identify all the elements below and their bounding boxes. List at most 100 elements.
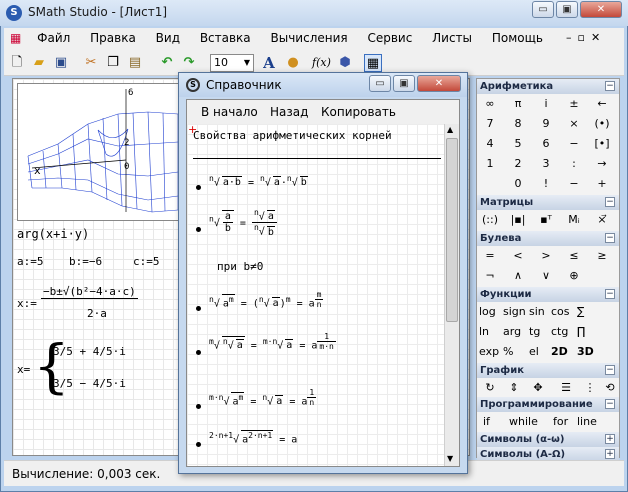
zoom-icon[interactable]: ⇕ bbox=[503, 379, 525, 397]
function-cell[interactable]: arg bbox=[503, 323, 521, 341]
panel-boolean-header[interactable]: Булева − bbox=[477, 231, 619, 246]
panel-programming-header[interactable]: Программирование − bbox=[477, 397, 619, 412]
menu-insert[interactable]: Вставка bbox=[192, 28, 259, 45]
matrix-cross-icon[interactable]: ×⃗ bbox=[591, 211, 613, 229]
scroll-up-icon[interactable]: ▲ bbox=[447, 125, 453, 134]
arithmetic-cell[interactable]: i bbox=[535, 95, 557, 113]
reference-titlebar[interactable]: S Справочник ▭ ▣ ✕ bbox=[179, 73, 467, 97]
function-cell[interactable]: exp bbox=[479, 343, 499, 361]
boolean-cell[interactable]: ≥ bbox=[591, 247, 613, 265]
scroll-thumb[interactable] bbox=[446, 138, 458, 322]
panel-arithmetic-header[interactable]: Арифметика − bbox=[477, 79, 619, 94]
app-menu-icon[interactable]: ▦ bbox=[4, 28, 25, 45]
ref-maximize-button[interactable]: ▣ bbox=[393, 75, 415, 92]
arithmetic-cell[interactable]: 8 bbox=[507, 115, 529, 133]
function-cell[interactable]: el bbox=[529, 343, 539, 361]
arithmetic-cell[interactable]: ± bbox=[563, 95, 585, 113]
maximize-button[interactable]: ▣ bbox=[556, 1, 578, 18]
function-cell[interactable]: cos bbox=[551, 303, 570, 321]
arithmetic-cell[interactable]: 6 bbox=[535, 135, 557, 153]
function-cell[interactable]: 3D bbox=[577, 343, 594, 361]
panel-functions-header[interactable]: Функции − bbox=[477, 287, 619, 302]
menu-calc[interactable]: Вычисления bbox=[263, 28, 356, 45]
arg-expression[interactable]: arg(x+i·y) bbox=[17, 227, 89, 241]
arithmetic-cell[interactable]: − bbox=[563, 135, 585, 153]
boolean-cell[interactable]: ¬ bbox=[479, 267, 501, 285]
arithmetic-cell[interactable]: + bbox=[591, 175, 613, 193]
plot-3d[interactable]: 6 2 0 x bbox=[17, 83, 182, 221]
arithmetic-cell[interactable]: → bbox=[591, 155, 613, 173]
arithmetic-cell[interactable]: ! bbox=[535, 175, 557, 193]
menu-service[interactable]: Сервис bbox=[359, 28, 420, 45]
arithmetic-cell[interactable]: − bbox=[563, 175, 585, 193]
cut-icon[interactable]: ✂ bbox=[82, 54, 100, 72]
function-cell[interactable]: sin bbox=[529, 303, 545, 321]
arithmetic-cell[interactable]: 3 bbox=[535, 155, 557, 173]
close-button[interactable]: ✕ bbox=[580, 1, 622, 18]
mdi-controls[interactable]: –▫✕ bbox=[566, 31, 606, 44]
menu-view[interactable]: Вид bbox=[148, 28, 188, 45]
boolean-cell[interactable]: > bbox=[535, 247, 557, 265]
zoom-select[interactable]: 10 ▼ bbox=[210, 54, 254, 72]
arithmetic-cell[interactable]: 5 bbox=[507, 135, 529, 153]
boolean-cell[interactable]: < bbox=[507, 247, 529, 265]
function-cell[interactable]: ln bbox=[479, 323, 489, 341]
points-icon[interactable]: ⋮ bbox=[579, 379, 601, 397]
move-icon[interactable]: ✥ bbox=[527, 379, 549, 397]
var-a[interactable]: a:=5 bbox=[17, 255, 44, 268]
matrix-det-icon[interactable]: |▪| bbox=[507, 211, 529, 229]
menu-file[interactable]: Файл bbox=[29, 28, 78, 45]
menu-sheets[interactable]: Листы bbox=[424, 28, 480, 45]
arithmetic-cell[interactable]: ← bbox=[591, 95, 613, 113]
prog-for[interactable]: for bbox=[553, 413, 568, 431]
function-cell[interactable]: sign bbox=[503, 303, 526, 321]
function-icon[interactable]: f(x) bbox=[312, 54, 331, 72]
calculator-icon[interactable]: ▦ bbox=[364, 54, 382, 72]
panel-matrices-header[interactable]: Матрицы − bbox=[477, 195, 619, 210]
arithmetic-cell[interactable]: 1 bbox=[479, 155, 501, 173]
function-cell[interactable]: % bbox=[503, 343, 513, 361]
prog-if[interactable]: if bbox=[483, 413, 490, 431]
function-cell[interactable]: ∏ bbox=[577, 323, 585, 341]
boolean-cell[interactable]: ∧ bbox=[507, 267, 529, 285]
refresh-icon[interactable]: ⟲ bbox=[599, 379, 621, 397]
undo-icon[interactable]: ↶ bbox=[158, 54, 176, 72]
palette-icon[interactable]: ● bbox=[284, 54, 302, 72]
paste-icon[interactable]: ▤ bbox=[126, 54, 144, 72]
function-cell[interactable]: ctg bbox=[551, 323, 568, 341]
lines-icon[interactable]: ☰ bbox=[555, 379, 577, 397]
function-cell[interactable]: 2D bbox=[551, 343, 568, 361]
new-file-icon[interactable]: 🗋 bbox=[8, 54, 26, 72]
redo-icon[interactable]: ↷ bbox=[180, 54, 198, 72]
reference-scrollbar[interactable]: ▲ ▼ bbox=[444, 124, 459, 466]
arithmetic-cell[interactable]: : bbox=[563, 155, 585, 173]
result-vector[interactable]: x= { 3/5 + 4/5·i 3/5 − 4/5·i bbox=[17, 335, 127, 405]
boolean-cell[interactable]: = bbox=[479, 247, 501, 265]
panel-symbols-greek-header[interactable]: Символы (α-ω) + bbox=[477, 432, 619, 447]
copy-icon[interactable]: ❐ bbox=[104, 54, 122, 72]
function-cell[interactable]: tg bbox=[529, 323, 540, 341]
prog-line[interactable]: line bbox=[577, 413, 597, 431]
arithmetic-cell[interactable]: 4 bbox=[479, 135, 501, 153]
arithmetic-cell[interactable]: 0 bbox=[507, 175, 529, 193]
arithmetic-cell[interactable]: 7 bbox=[479, 115, 501, 133]
boolean-cell[interactable]: ∨ bbox=[535, 267, 557, 285]
arithmetic-cell[interactable]: 9 bbox=[535, 115, 557, 133]
arithmetic-cell[interactable]: 2 bbox=[507, 155, 529, 173]
nav-copy-link[interactable]: Копировать bbox=[321, 105, 396, 119]
function-cell[interactable]: log bbox=[479, 303, 496, 321]
nav-back-link[interactable]: Назад bbox=[270, 105, 308, 119]
arithmetic-cell[interactable] bbox=[479, 175, 501, 193]
ref-close-button[interactable]: ✕ bbox=[417, 75, 461, 92]
minimize-button[interactable]: ▭ bbox=[532, 1, 554, 18]
var-c[interactable]: c:=5 bbox=[133, 255, 160, 268]
text-format-icon[interactable]: A bbox=[260, 54, 278, 72]
menu-help[interactable]: Помощь bbox=[484, 28, 551, 45]
arithmetic-cell[interactable]: [•] bbox=[591, 135, 613, 153]
panel-graph-header[interactable]: График − bbox=[477, 363, 619, 378]
matrix-minor-icon[interactable]: Mᵢ bbox=[563, 211, 585, 229]
reference-window[interactable]: S Справочник ▭ ▣ ✕ В начало Назад Копиро… bbox=[178, 72, 468, 474]
scroll-down-icon[interactable]: ▼ bbox=[447, 454, 453, 463]
solve-icon[interactable]: ⬢ bbox=[336, 54, 354, 72]
prog-while[interactable]: while bbox=[509, 413, 538, 431]
